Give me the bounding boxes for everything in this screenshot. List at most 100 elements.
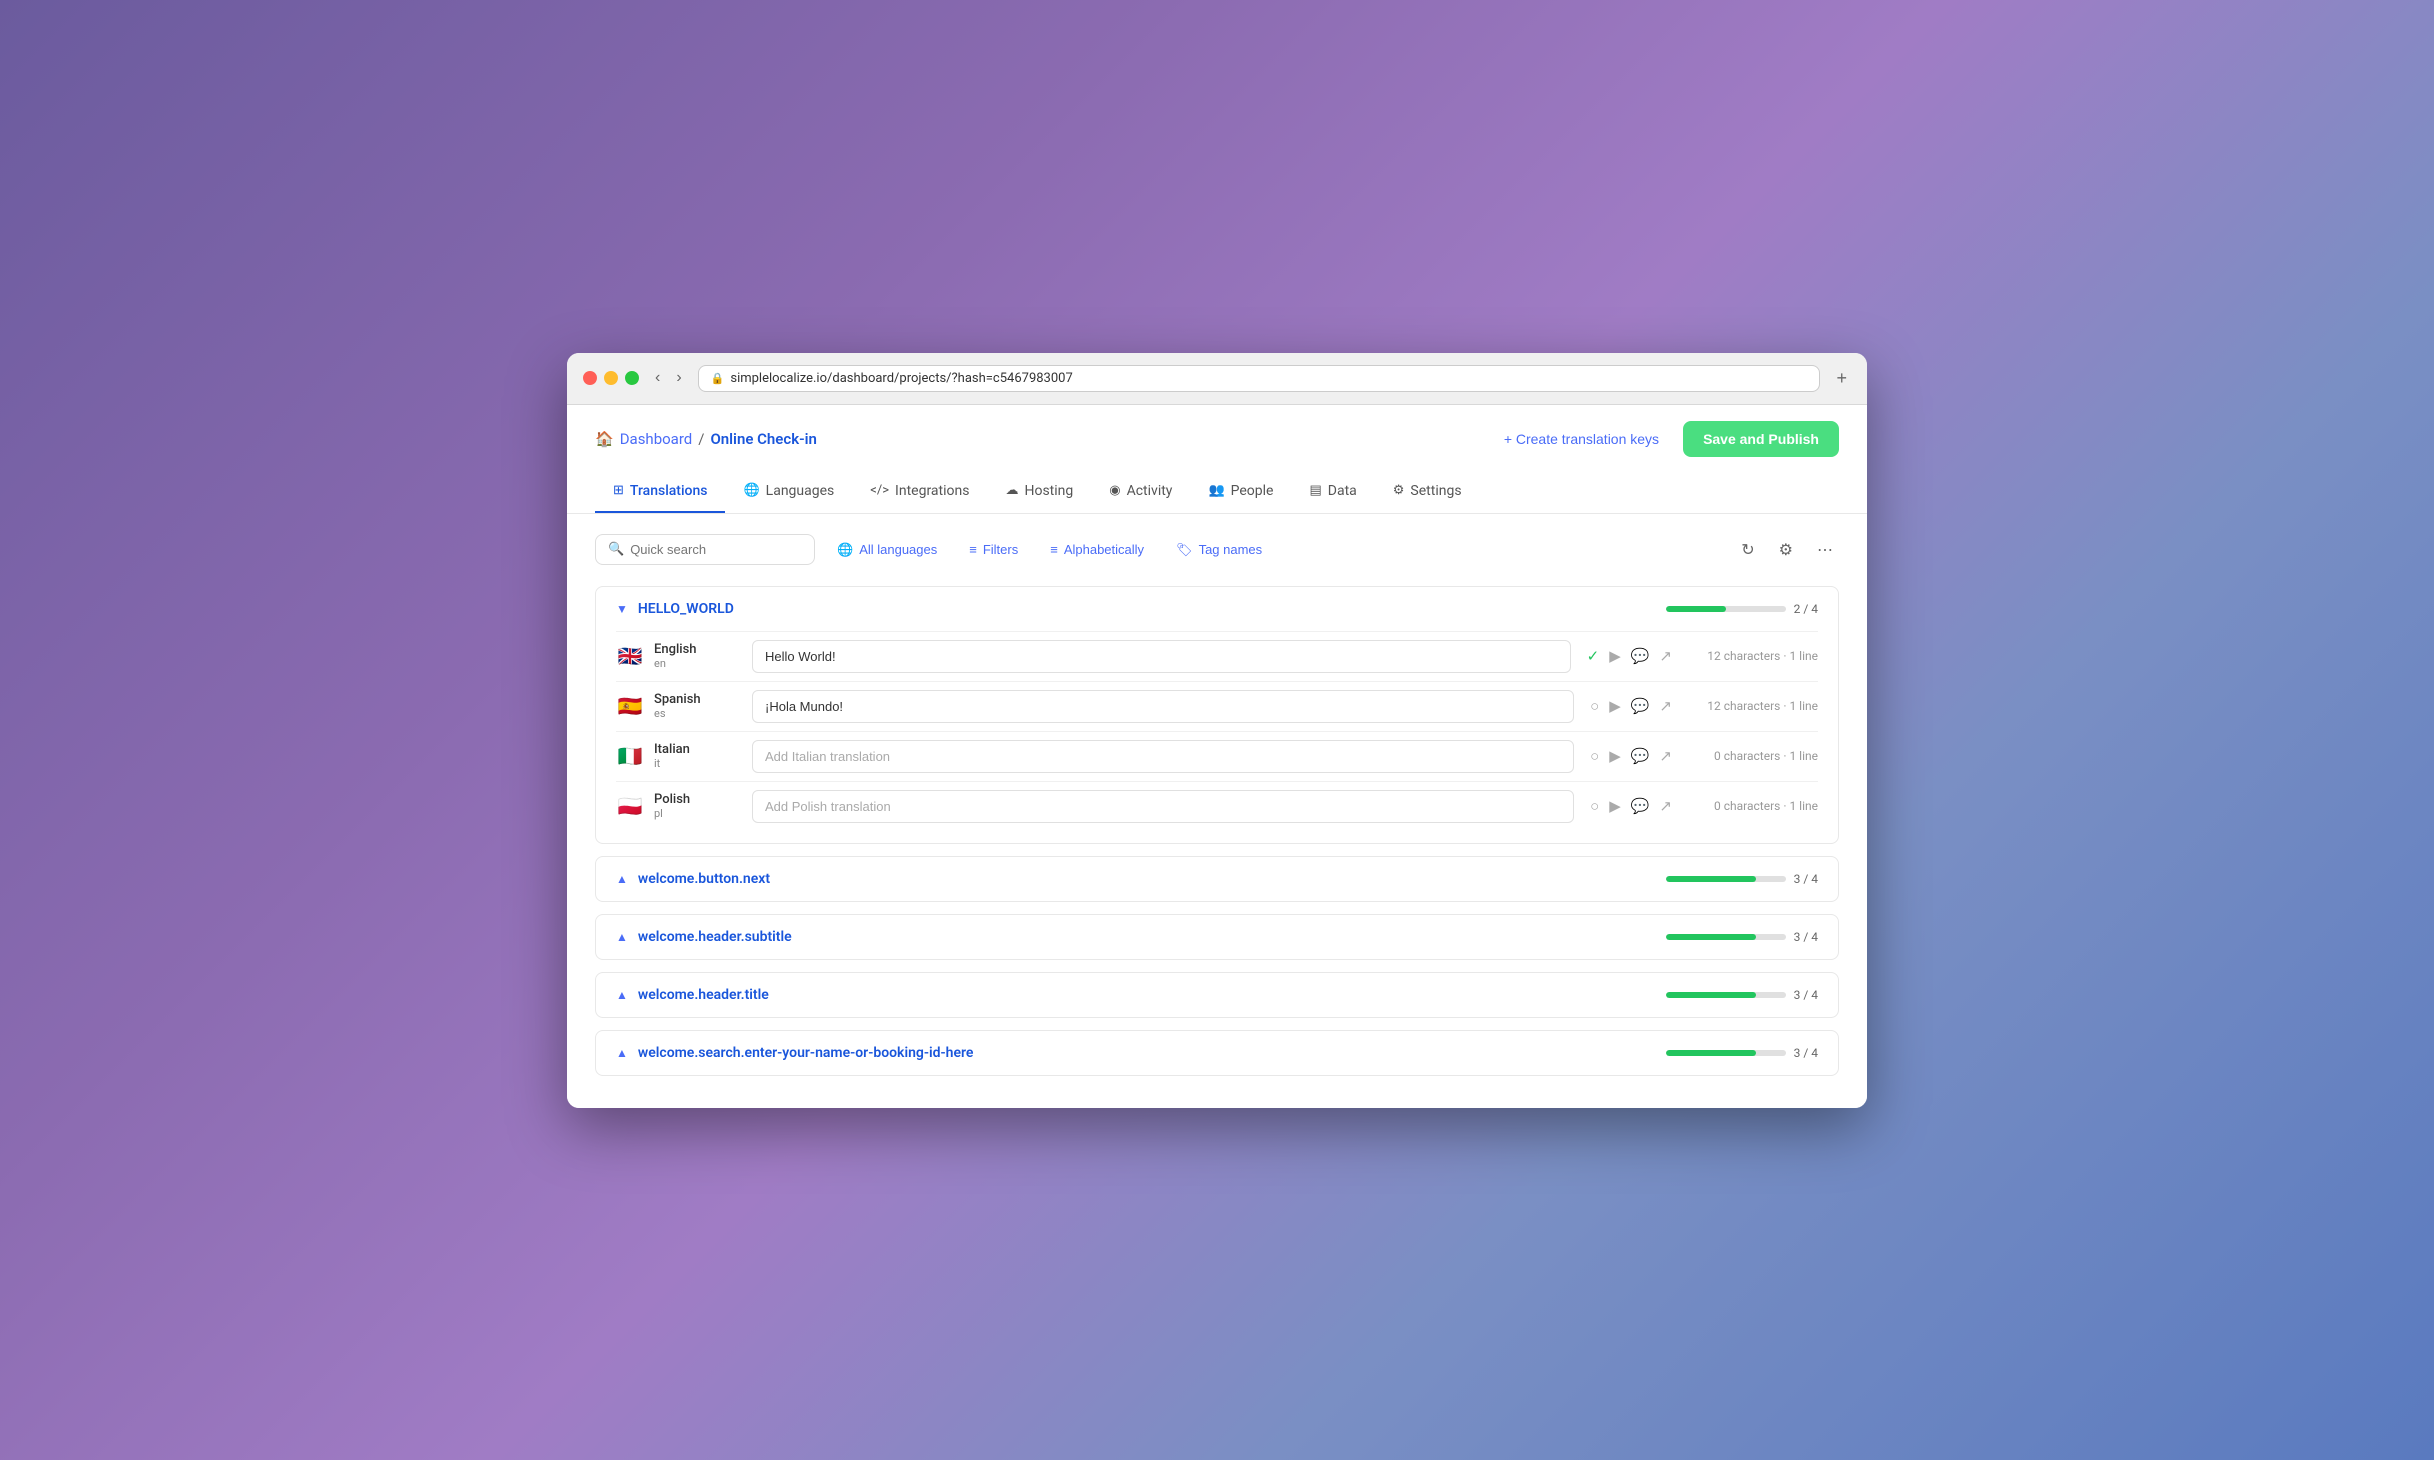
progress-fill-4 [1666, 992, 1756, 998]
progress-bar-2 [1666, 876, 1786, 882]
row-actions-es: ○ ▶ 💬 ↗ [1590, 697, 1672, 715]
dashboard-link[interactable]: Dashboard [620, 430, 693, 448]
progress-bar-container-2: 3 / 4 [1666, 872, 1818, 886]
approve-icon-pl[interactable]: ○ [1590, 797, 1599, 815]
tab-integrations-label: Integrations [895, 483, 969, 499]
lang-code-pl: pl [654, 807, 690, 820]
browser-chrome: ‹ › 🔒 simplelocalize.io/dashboard/projec… [567, 353, 1867, 405]
tab-data[interactable]: ▤ Data [1291, 471, 1374, 513]
group-key-hello-world: HELLO_WORLD [638, 601, 1656, 617]
row-actions-it: ○ ▶ 💬 ↗ [1590, 747, 1672, 765]
progress-text: 2 / 4 [1794, 602, 1818, 616]
row-actions-en: ✓ ▶ 💬 ↗ [1587, 647, 1672, 665]
filters-label: Filters [983, 542, 1018, 557]
expand-icon-es[interactable]: ↗ [1659, 697, 1672, 715]
tab-settings-label: Settings [1410, 483, 1461, 499]
chevron-down-icon[interactable]: ▼ [616, 602, 628, 616]
activity-icon: ◉ [1109, 483, 1120, 498]
globe-icon: 🌐 [837, 542, 853, 558]
progress-text-2: 3 / 4 [1794, 872, 1818, 886]
search-input[interactable] [630, 542, 802, 557]
flag-it: 🇮🇹 [616, 742, 644, 770]
people-icon: 👥 [1208, 483, 1224, 498]
browser-window: ‹ › 🔒 simplelocalize.io/dashboard/projec… [567, 353, 1867, 1108]
tab-languages[interactable]: 🌐 Languages [725, 471, 852, 513]
group-header-hello-world[interactable]: ▼ HELLO_WORLD 2 / 4 [596, 587, 1838, 631]
create-translation-keys-button[interactable]: + Create translation keys [1492, 423, 1671, 455]
approve-icon-en[interactable]: ✓ [1587, 647, 1600, 665]
translation-rows-hello-world: 🇬🇧 English en ✓ ▶ 💬 [596, 631, 1838, 843]
progress-bar-4 [1666, 992, 1786, 998]
refresh-button[interactable]: ↻ [1735, 534, 1760, 566]
address-bar[interactable]: 🔒 simplelocalize.io/dashboard/projects/?… [698, 365, 1821, 392]
search-box[interactable]: 🔍 [595, 534, 815, 565]
group-key-welcome-button-next: welcome.button.next [638, 871, 1656, 887]
comment-icon-pl[interactable]: 💬 [1631, 797, 1650, 815]
back-button[interactable]: ‹ [651, 367, 664, 389]
translation-input-it[interactable] [752, 740, 1574, 773]
lang-name-code-pl: Polish pl [654, 792, 690, 820]
translation-input-en[interactable] [752, 640, 1571, 673]
tab-translations[interactable]: ⊞ Translations [595, 471, 725, 513]
comment-icon-en[interactable]: 💬 [1631, 647, 1650, 665]
table-row: 🇮🇹 Italian it ○ ▶ 💬 [616, 731, 1818, 781]
new-tab-button[interactable]: + [1832, 368, 1851, 389]
data-icon: ▤ [1309, 483, 1321, 498]
translation-input-pl[interactable] [752, 790, 1574, 823]
comment-icon-it[interactable]: 💬 [1631, 747, 1650, 765]
breadcrumb-row: 🏠 Dashboard / Online Check-in + Create t… [595, 421, 1839, 457]
translation-input-es[interactable] [752, 690, 1574, 723]
lang-name-code-en: English en [654, 642, 697, 670]
tab-activity-label: Activity [1127, 483, 1173, 499]
save-publish-label: Save and Publish [1703, 431, 1819, 447]
play-icon-es[interactable]: ▶ [1609, 697, 1621, 715]
all-languages-filter[interactable]: 🌐 All languages [827, 536, 947, 564]
tab-people-label: People [1231, 483, 1274, 499]
filters-button[interactable]: ≡ Filters [959, 536, 1028, 563]
translations-icon: ⊞ [613, 483, 624, 498]
app-content: 🏠 Dashboard / Online Check-in + Create t… [567, 405, 1867, 1108]
translation-group-welcome-header-subtitle[interactable]: ▲ welcome.header.subtitle 3 / 4 [595, 914, 1839, 960]
play-icon-en[interactable]: ▶ [1609, 647, 1621, 665]
minimize-button[interactable] [604, 371, 618, 385]
integrations-icon: </> [870, 483, 889, 498]
save-and-publish-button[interactable]: Save and Publish [1683, 421, 1839, 457]
tab-activity[interactable]: ◉ Activity [1091, 471, 1190, 513]
char-info-pl: 0 characters · 1 line [1688, 799, 1818, 813]
expand-icon-pl[interactable]: ↗ [1659, 797, 1672, 815]
alphabetically-button[interactable]: ≡ Alphabetically [1040, 536, 1154, 563]
tab-people[interactable]: 👥 People [1190, 471, 1291, 513]
settings-button[interactable]: ⚙ [1773, 534, 1799, 566]
header-actions: + Create translation keys Save and Publi… [1492, 421, 1839, 457]
group-key-welcome-header-title: welcome.header.title [638, 987, 1656, 1003]
translation-group-hello-world: ▼ HELLO_WORLD 2 / 4 🇬🇧 [595, 586, 1839, 844]
translation-group-welcome-search[interactable]: ▲ welcome.search.enter-your-name-or-book… [595, 1030, 1839, 1076]
chevron-up-icon[interactable]: ▲ [616, 872, 628, 886]
chevron-up-icon-4[interactable]: ▲ [616, 1046, 628, 1060]
translation-group-welcome-header-title[interactable]: ▲ welcome.header.title 3 / 4 [595, 972, 1839, 1018]
expand-icon-en[interactable]: ↗ [1659, 647, 1672, 665]
traffic-lights [583, 371, 639, 385]
translation-group-welcome-button-next[interactable]: ▲ welcome.button.next 3 / 4 [595, 856, 1839, 902]
tag-names-button[interactable]: 🏷 Tag names [1166, 536, 1272, 564]
chevron-up-icon-3[interactable]: ▲ [616, 988, 628, 1002]
tab-hosting[interactable]: ☁ Hosting [987, 471, 1091, 513]
expand-icon-it[interactable]: ↗ [1659, 747, 1672, 765]
group-key-welcome-search: welcome.search.enter-your-name-or-bookin… [638, 1045, 1656, 1061]
url-text: simplelocalize.io/dashboard/projects/?ha… [730, 371, 1072, 386]
tab-settings[interactable]: ⚙ Settings [1375, 471, 1480, 513]
forward-button[interactable]: › [672, 367, 685, 389]
maximize-button[interactable] [625, 371, 639, 385]
close-button[interactable] [583, 371, 597, 385]
chevron-up-icon-2[interactable]: ▲ [616, 930, 628, 944]
approve-icon-it[interactable]: ○ [1590, 747, 1599, 765]
lang-name-italian: Italian [654, 742, 690, 757]
tab-integrations[interactable]: </> Integrations [852, 471, 987, 513]
comment-icon-es[interactable]: 💬 [1631, 697, 1650, 715]
play-icon-it[interactable]: ▶ [1609, 747, 1621, 765]
more-options-button[interactable]: ⋯ [1811, 534, 1839, 566]
settings-icon: ⚙ [1393, 483, 1405, 498]
play-icon-pl[interactable]: ▶ [1609, 797, 1621, 815]
progress-text-5: 3 / 4 [1794, 1046, 1818, 1060]
approve-icon-es[interactable]: ○ [1590, 697, 1599, 715]
